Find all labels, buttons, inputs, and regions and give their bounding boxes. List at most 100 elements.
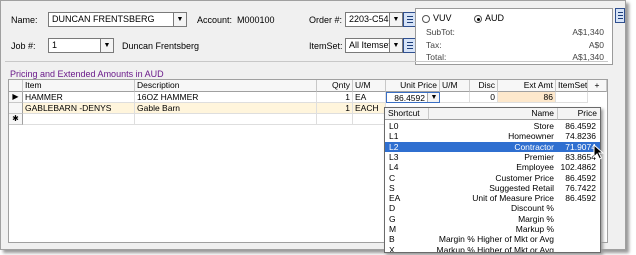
cell-qnty[interactable]: 1 (317, 103, 353, 114)
subtotal-label: SubTot: (426, 27, 455, 37)
column-header-description[interactable]: Description (135, 80, 317, 92)
dropdown-arrow-icon: ▼ (392, 16, 400, 23)
option-shortcut: EA (389, 193, 401, 204)
cell-qnty[interactable] (317, 114, 353, 125)
unit-price-value[interactable]: 86.4592 (387, 93, 425, 102)
cell-um[interactable]: EACH (353, 103, 386, 114)
row-header[interactable] (9, 103, 23, 114)
account-value: M000100 (237, 15, 275, 25)
option-shortcut: G (389, 213, 396, 224)
cell-qnty[interactable]: 1 (317, 92, 353, 103)
option-price: 76.7422 (565, 182, 596, 193)
currency-radio-aud[interactable] (474, 15, 482, 23)
currency-option-vuv-label: VUV (433, 13, 452, 23)
column-header-item[interactable]: Item (23, 80, 135, 92)
row-pointer-icon[interactable]: ▶ (9, 92, 23, 103)
popup-header-price[interactable]: Price (558, 108, 600, 120)
option-name: Discount % (511, 203, 554, 214)
price-level-option[interactable]: L0 Store 86.4592 (385, 121, 600, 132)
totals-list-button[interactable] (615, 8, 625, 23)
dropdown-arrow-icon[interactable]: ▼ (427, 93, 439, 102)
grid-corner (9, 80, 23, 92)
popup-header-name[interactable]: Name (429, 108, 558, 120)
price-level-option[interactable]: L1 Homeowner 74.8236 (385, 131, 600, 142)
column-header-um-2[interactable]: U/M (440, 80, 470, 92)
price-level-option[interactable]: EA Unit of Measure Price 86.4592 (385, 193, 600, 204)
job-field[interactable]: 1 (48, 38, 102, 53)
popup-header-shortcut[interactable]: Shortcut (385, 108, 429, 120)
price-level-option[interactable]: S Suggested Retail 76.7422 (385, 183, 600, 194)
option-shortcut: S (389, 182, 395, 193)
column-header-itemset[interactable]: ItemSet (556, 80, 588, 92)
unit-price-editor[interactable]: 86.4592 ▼ (386, 92, 440, 103)
header-divider (5, 61, 608, 62)
cell-ext-amt[interactable]: 86 (498, 92, 556, 103)
job-dropdown-button[interactable]: ▼ (100, 38, 114, 53)
cell-um[interactable]: EA (353, 92, 386, 103)
mouse-cursor-icon (593, 144, 604, 160)
dropdown-arrow-icon: ▼ (176, 16, 184, 23)
tax-value: A$0 (588, 40, 604, 50)
name-field[interactable]: DUNCAN FRENTSBERG (48, 12, 174, 27)
option-shortcut: M (389, 224, 397, 234)
option-shortcut: L0 (389, 121, 399, 131)
cell-description[interactable]: 16OZ HAMMER (135, 92, 317, 103)
cell-um[interactable] (353, 114, 386, 125)
dropdown-arrow-icon: ▼ (103, 42, 111, 49)
option-name: Margin % (518, 213, 554, 224)
cell-description[interactable]: Gable Barn (135, 103, 317, 114)
option-price: 71.9074 (565, 141, 596, 152)
option-shortcut: L4 (389, 162, 399, 173)
option-price: 74.8236 (565, 131, 596, 142)
new-row-icon[interactable]: ✱ (9, 114, 23, 125)
cell-item[interactable]: HAMMER (23, 92, 135, 103)
option-shortcut: L3 (389, 151, 399, 162)
column-header-um[interactable]: U/M (353, 80, 386, 92)
account-label: Account: (197, 15, 233, 25)
subtotal-value: A$1,340 (572, 27, 604, 37)
option-name: Margin % Higher of Mkt or Avg (438, 234, 554, 245)
order-dropdown-button[interactable]: ▼ (389, 12, 403, 27)
cell-itemset[interactable] (556, 92, 588, 103)
column-header-qnty[interactable]: Qnty (317, 80, 353, 92)
price-level-option[interactable]: L3 Premier 83.8654 (385, 152, 600, 163)
job-label: Job #: (11, 41, 36, 51)
price-level-option[interactable]: G Margin % (385, 214, 600, 225)
price-level-dropdown: Shortcut Name Price L0 Store 86.4592 L1 Home… (384, 107, 601, 253)
cell-disc[interactable]: 0 (470, 92, 498, 103)
itemset-field[interactable]: All Itemsets (345, 38, 391, 53)
column-header-ext-amt[interactable]: Ext Amt (498, 80, 556, 92)
price-level-option[interactable]: M Markup % (385, 224, 600, 235)
column-header-disc[interactable]: Disc (470, 80, 498, 92)
option-name: Contractor (514, 141, 554, 152)
option-shortcut: L1 (389, 131, 399, 142)
section-title: Pricing and Extended Amounts in AUD (10, 69, 164, 79)
name-dropdown-button[interactable]: ▼ (173, 12, 187, 27)
price-level-option[interactable]: C Customer Price 86.4592 (385, 173, 600, 184)
price-level-option[interactable]: B Margin % Higher of Mkt or Avg (385, 234, 600, 245)
option-name: Premier (524, 151, 554, 162)
option-shortcut: B (389, 234, 395, 245)
totals-panel: VUV AUD SubTot: A$1,340 Tax: A$0 Total: … (415, 8, 613, 65)
price-level-option[interactable]: D Discount % (385, 203, 600, 214)
order-field[interactable]: 2203-C54778 (345, 12, 391, 27)
currency-option-aud-label: AUD (485, 13, 505, 23)
column-header-unit-price[interactable]: Unit Price (386, 80, 440, 92)
price-level-option[interactable]: L4 Employee 102.4862 (385, 162, 600, 173)
currency-radio-vuv[interactable] (422, 15, 430, 23)
itemset-dropdown-button[interactable]: ▼ (389, 38, 403, 53)
cell-item[interactable]: GABLEBARN -DENYS (23, 103, 135, 114)
option-name: Markup % (515, 224, 554, 234)
price-level-option[interactable]: X Markup % Higher of Mkt or Avg (385, 245, 600, 252)
add-column-button[interactable]: + (588, 80, 607, 92)
price-level-option[interactable]: L2 Contractor 71.9074 (385, 141, 600, 153)
name-label: Name: (11, 15, 38, 25)
option-name: Unit of Measure Price (472, 193, 554, 204)
cell-um-2[interactable] (440, 92, 470, 103)
tax-label: Tax: (426, 40, 442, 50)
cell-item[interactable] (23, 114, 135, 125)
cell-description[interactable] (135, 114, 317, 125)
option-name: Store (533, 121, 554, 131)
option-shortcut: C (389, 172, 396, 183)
option-name: Suggested Retail (489, 182, 554, 193)
